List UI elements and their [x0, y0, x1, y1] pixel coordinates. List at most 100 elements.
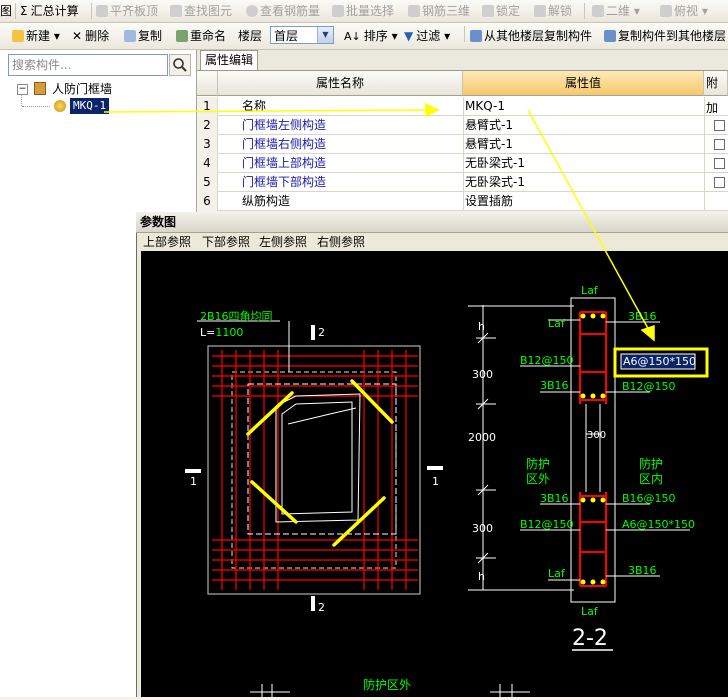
property-value-cell[interactable]: 设置插筋 [465, 192, 513, 211]
search-button[interactable] [169, 54, 191, 76]
rebar-b12-right-top: B12@150 [622, 380, 676, 393]
diagonal-rebars [246, 379, 394, 547]
rename-button[interactable]: 重命名 [176, 28, 226, 44]
section-rebars [579, 311, 607, 587]
table-row[interactable]: 5 门框墙下部构造 无卧梁式-1 [197, 173, 728, 192]
filter-button[interactable]: ▼ 过滤 ▾ [404, 28, 450, 44]
inside-zone-1: 防护 [639, 456, 663, 471]
binoculars-icon [170, 5, 182, 17]
partial-menu[interactable]: 图 [0, 3, 12, 19]
sum-calc-button[interactable]: Σ 汇总计算 [20, 3, 79, 19]
tab-property-edit[interactable]: 属性编辑 [200, 50, 258, 70]
property-value-cell[interactable]: 悬臂式-1 [465, 135, 513, 154]
unlock-button[interactable]: 解锁 [534, 3, 572, 19]
property-value-cell[interactable]: MKQ-1 [465, 97, 505, 116]
property-name-cell: 纵筋构造 [242, 194, 291, 208]
col-header-extra[interactable]: 附加 [704, 71, 728, 115]
magnifier-icon [246, 5, 258, 17]
menu-bottom-reference[interactable]: 下部参照 [202, 234, 250, 250]
unlock-icon [534, 5, 546, 17]
copy-from-icon [470, 30, 482, 42]
elevation-view: 2B16四角均同 L=1100 2 2 1 1 [185, 310, 443, 614]
inside-zone-2: 区内 [639, 472, 663, 486]
floor-select[interactable]: 首层 ▼ [270, 26, 334, 44]
outside-zone-2: 区外 [526, 472, 550, 486]
rebar-3b16-top-right: 3B16 [628, 310, 657, 323]
lock-button[interactable]: 锁定 [482, 3, 520, 19]
dim-h-top: h [478, 320, 485, 333]
batch-select-button[interactable]: 批量选择 [332, 3, 394, 19]
property-name-cell: 名称 [242, 99, 267, 113]
property-tabbar [197, 50, 728, 71]
component-toolbar: 新建 ▾ ✕ 删除 复制 重命名 楼层 首层 ▼ A↓ 排序 ▾ ▼ 过滤 ▾ 从其他… [0, 23, 728, 50]
level-icon [96, 5, 108, 17]
rebar-3b16-left-top: 3B16 [540, 379, 569, 392]
top-view-button[interactable]: 俯视 ▾ [660, 3, 708, 19]
rebar-3d-button[interactable]: 钢筋三维 [408, 3, 470, 19]
table-row[interactable]: 2 门框墙左侧构造 悬臂式-1 [197, 116, 728, 135]
new-icon [12, 30, 24, 42]
rename-icon [176, 30, 188, 42]
cube-icon [408, 5, 420, 17]
sort-button[interactable]: A↓ 排序 ▾ [344, 28, 398, 44]
table-row[interactable]: 1 名称 MKQ-1 [197, 97, 728, 116]
main-toolbar: 图 Σ 汇总计算 平齐板顶 查找图元 查看钢筋量 批量选择 钢筋三维 锁定 解锁 … [0, 0, 728, 23]
side-mark-left [185, 469, 201, 473]
menu-top-reference[interactable]: 上部参照 [143, 234, 191, 250]
new-button[interactable]: 新建 ▾ [12, 28, 60, 44]
drawing-canvas: 2B16四角均同 L=1100 2 2 1 1 h 300 2000 300 h… [141, 251, 728, 697]
copy-button[interactable]: 复制 [124, 28, 162, 44]
extra-checkbox[interactable] [714, 177, 725, 188]
table-row[interactable]: 6 纵筋构造 设置插筋 [197, 192, 728, 211]
laf-left-top: Laf [548, 317, 566, 330]
floor-label: 楼层 [238, 29, 263, 43]
section-cut-mark-bottom [311, 596, 315, 611]
chevron-down-icon[interactable]: ▼ [317, 27, 333, 43]
laf-bottom: Laf [581, 605, 599, 618]
property-name-cell: 门框墙下部构造 [242, 175, 327, 189]
section-cut-mark-top [311, 325, 315, 340]
search-icon [173, 58, 187, 72]
property-value-cell[interactable]: 悬臂式-1 [465, 116, 513, 135]
mid-dim-300: 300 [587, 430, 606, 441]
property-value-cell[interactable]: 无卧梁式-1 [465, 173, 525, 192]
view-mode-select[interactable]: 二维 ▾ [592, 3, 640, 19]
col-header-name[interactable]: 属性名称 [218, 71, 463, 96]
dim-2000: 2000 [468, 431, 496, 444]
search-input[interactable]: 搜索构件... [8, 54, 168, 76]
delete-icon: ✕ [72, 29, 83, 43]
dialog-title: 参数图 [136, 212, 728, 233]
row-number: 3 [197, 135, 218, 154]
delete-button[interactable]: ✕ 删除 [72, 28, 109, 44]
menu-left-reference[interactable]: 左侧参照 [259, 234, 307, 250]
find-element-button[interactable]: 查找图元 [170, 3, 232, 19]
rebar-3b16-left-bottom: 3B16 [540, 492, 569, 505]
lock-icon [482, 5, 494, 17]
outside-zone-1: 防护 [526, 456, 550, 471]
filter-icon: ▼ [404, 29, 414, 43]
menu-right-reference[interactable]: 右侧参照 [317, 234, 365, 250]
copy-to-floor-button[interactable]: 复制构件到其他楼层 [604, 28, 726, 44]
laf-top: Laf [581, 284, 599, 297]
view-rebar-button[interactable]: 查看钢筋量 [246, 3, 320, 19]
copy-from-floor-button[interactable]: 从其他楼层复制构件 [470, 28, 592, 44]
table-row[interactable]: 3 门框墙右侧构造 悬臂式-1 [197, 135, 728, 154]
level-top-button[interactable]: 平齐板顶 [96, 3, 158, 19]
col-header-value[interactable]: 属性值 [463, 71, 704, 96]
property-value-cell[interactable]: 无卧梁式-1 [465, 154, 525, 173]
side-label-left: 1 [190, 475, 197, 488]
table-row[interactable]: 4 门框墙上部构造 无卧梁式-1 [197, 154, 728, 173]
side-mark-right [427, 466, 443, 470]
rebar-b12-left-bottom: B12@150 [520, 518, 574, 531]
extra-checkbox[interactable] [714, 139, 725, 150]
extra-checkbox[interactable] [714, 158, 725, 169]
tree-child-item[interactable]: MKQ-1 [70, 98, 110, 114]
row-number: 4 [197, 154, 218, 173]
property-name-cell: 门框墙左侧构造 [242, 118, 327, 132]
length-label: L=1100 [200, 326, 243, 339]
side-label-right: 1 [432, 475, 439, 488]
extra-checkbox[interactable] [714, 120, 725, 131]
property-name-cell: 门框墙上部构造 [242, 156, 327, 170]
corner-rebar-note: 2B16四角均同 [200, 310, 273, 323]
tree-root-item[interactable]: 人防门框墙 [52, 81, 112, 97]
